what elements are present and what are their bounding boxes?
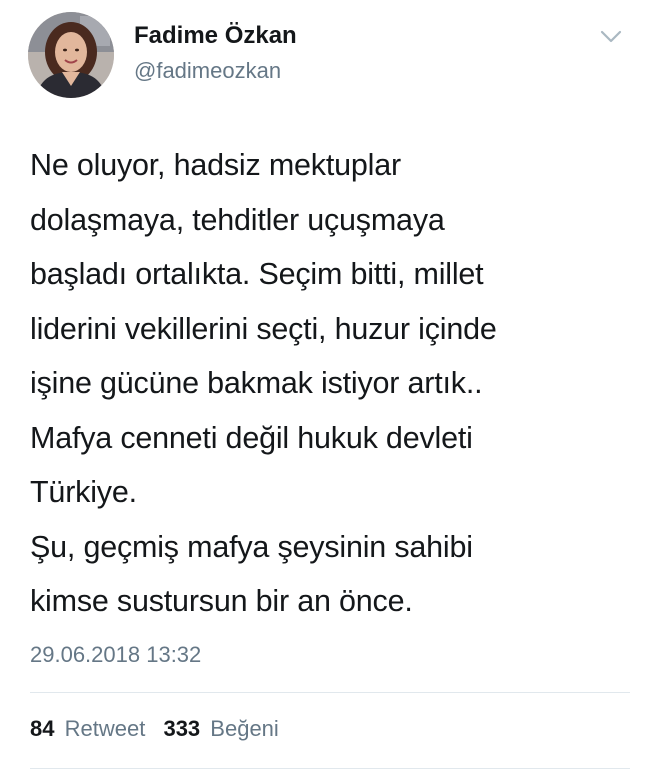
- tweet-text: Ne oluyor, hadsiz mektuplar dolaşmaya, t…: [30, 148, 497, 618]
- tweet-card: Fadime Özkan @fadimeozkan Ne oluyor, had…: [0, 0, 648, 772]
- tweet-menu-button[interactable]: [596, 26, 626, 48]
- like-stat[interactable]: 333 Beğeni: [163, 716, 278, 742]
- author-avatar[interactable]: [28, 12, 114, 98]
- divider: [30, 768, 630, 769]
- like-count: 333: [163, 716, 201, 741]
- tweet-stats: 84 Retweet 333 Beğeni: [30, 716, 291, 742]
- author-display-name[interactable]: Fadime Özkan: [134, 22, 297, 50]
- tweet-timestamp[interactable]: 29.06.2018 13:32: [30, 642, 201, 668]
- retweet-label: Retweet: [64, 716, 146, 741]
- divider: [30, 692, 630, 693]
- retweet-stat[interactable]: 84 Retweet: [30, 716, 145, 742]
- retweet-count: 84: [30, 716, 55, 741]
- author-handle[interactable]: @fadimeozkan: [134, 58, 281, 84]
- like-label: Beğeni: [210, 716, 279, 741]
- chevron-down-icon: [600, 30, 622, 43]
- avatar-photo-icon: [28, 12, 114, 98]
